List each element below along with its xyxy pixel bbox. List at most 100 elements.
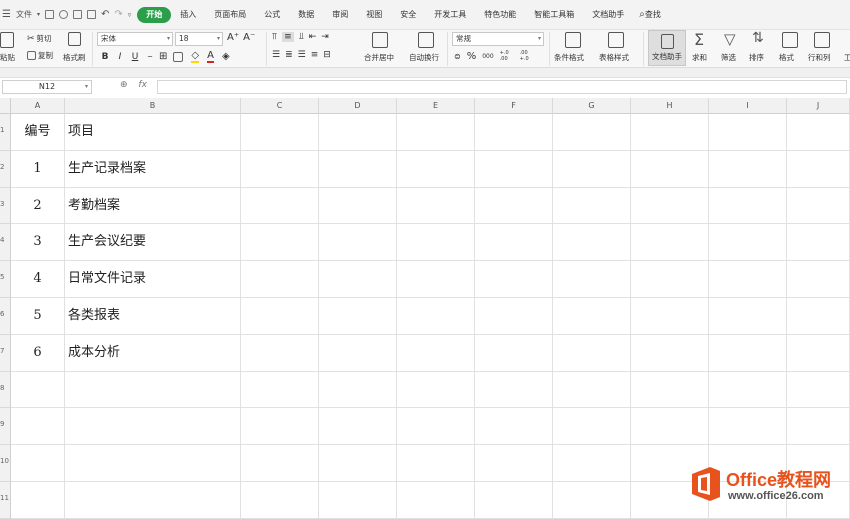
doc-helper-button[interactable]: 文档助手 [648, 30, 686, 66]
cell-b11[interactable] [65, 482, 241, 519]
thousands-button[interactable]: 000 [482, 53, 493, 60]
cell-d3[interactable] [319, 187, 397, 225]
cell-c5[interactable] [241, 261, 319, 298]
format-icon[interactable] [782, 32, 798, 48]
decrease-decimal-button[interactable]: .00 +.0 [520, 50, 534, 62]
border-icon[interactable]: ⊞ [159, 51, 167, 62]
conditional-format-button[interactable]: 条件格式 [554, 52, 584, 63]
cell-d11[interactable] [319, 482, 397, 519]
cell-style-icon[interactable] [173, 51, 184, 62]
cut-button[interactable]: 剪切 [37, 33, 52, 44]
cell-j9[interactable] [787, 408, 850, 446]
name-box[interactable]: N12 ▾ [2, 80, 92, 94]
cell-i4[interactable] [709, 224, 787, 262]
cell-f4[interactable] [475, 224, 553, 262]
fill-color-icon[interactable]: ◇ [191, 50, 200, 63]
print-icon[interactable] [72, 10, 82, 19]
indent-decrease-icon[interactable]: ⇤ [309, 32, 317, 42]
cell-d7[interactable] [319, 334, 397, 372]
row-header[interactable]: 10 [0, 445, 11, 482]
distributed-icon[interactable]: ⊟ [323, 50, 331, 60]
cell-d5[interactable] [319, 261, 397, 298]
tab-2[interactable]: 页面布局 [205, 7, 255, 23]
column-header-d[interactable]: D [319, 98, 397, 114]
cell-d2[interactable] [319, 150, 397, 188]
undo-icon[interactable]: ↶ [101, 9, 109, 20]
zoom-icon[interactable]: ⊕ [120, 80, 128, 90]
cell-i8[interactable] [709, 371, 787, 409]
cell-g3[interactable] [553, 187, 631, 225]
cut-icon[interactable]: ✂ [27, 34, 35, 44]
cell-g9[interactable] [553, 408, 631, 446]
currency-icon[interactable]: ⊜ [454, 52, 461, 61]
cell-b2[interactable]: 生产记录档案 [65, 150, 241, 188]
cell-b6[interactable]: 各类报表 [65, 298, 241, 335]
save-icon[interactable] [44, 10, 54, 19]
cell-e1[interactable] [397, 114, 475, 151]
column-header-j[interactable]: J [787, 98, 850, 114]
tab-10[interactable]: 智能工具箱 [525, 7, 583, 23]
cell-e11[interactable] [397, 482, 475, 519]
number-format-select[interactable]: 常规 ▾ [452, 32, 544, 46]
cell-e7[interactable] [397, 334, 475, 372]
cell-e3[interactable] [397, 187, 475, 225]
bold-button[interactable]: B [99, 51, 111, 63]
justify-icon[interactable]: ≡ [311, 50, 319, 60]
column-header-a[interactable]: A [11, 98, 65, 114]
customize-icon[interactable]: ▿ [128, 11, 132, 19]
conditional-format-icon[interactable] [565, 32, 581, 48]
indent-increase-icon[interactable]: ⇥ [321, 32, 329, 42]
tab-11[interactable]: 文档助手 [583, 7, 633, 23]
cell-g4[interactable] [553, 224, 631, 262]
tab-0[interactable]: 开始 [137, 6, 172, 23]
font-color-icon[interactable]: A [207, 50, 214, 63]
wrap-text-button[interactable]: 自动换行 [409, 52, 439, 63]
table-style-icon[interactable] [608, 32, 624, 48]
cell-e10[interactable] [397, 445, 475, 482]
print-preview-icon[interactable] [86, 10, 96, 19]
cell-c1[interactable] [241, 114, 319, 151]
copy-button[interactable]: 复制 [38, 50, 53, 61]
align-middle-icon[interactable]: ≡ [282, 32, 294, 42]
row-header[interactable]: 8 [0, 371, 11, 409]
column-header-g[interactable]: G [553, 98, 631, 114]
cell-j6[interactable] [787, 298, 850, 335]
cell-b9[interactable] [65, 408, 241, 446]
cell-f2[interactable] [475, 150, 553, 188]
cell-c8[interactable] [241, 371, 319, 409]
cell-d9[interactable] [319, 408, 397, 446]
row-header[interactable]: 11 [0, 482, 11, 519]
underline-button[interactable]: U [129, 51, 141, 63]
format-painter-button[interactable]: 格式刷 [63, 52, 86, 63]
cell-b5[interactable]: 日常文件记录 [65, 261, 241, 298]
align-center-icon[interactable]: ≣ [285, 50, 293, 60]
cell-a8[interactable] [11, 371, 65, 409]
cell-i7[interactable] [709, 334, 787, 372]
cell-h7[interactable] [631, 334, 709, 372]
cell-g5[interactable] [553, 261, 631, 298]
cell-h8[interactable] [631, 371, 709, 409]
cell-c7[interactable] [241, 334, 319, 372]
cell-h9[interactable] [631, 408, 709, 446]
formula-input[interactable] [157, 80, 847, 94]
row-header[interactable]: 1 [0, 114, 11, 151]
sum-icon[interactable]: Σ [694, 30, 704, 49]
eraser-icon[interactable]: ◈ [222, 51, 230, 62]
cell-d1[interactable] [319, 114, 397, 151]
align-top-icon[interactable]: ⫪ [272, 32, 277, 42]
paste-button[interactable]: 粘贴 [0, 52, 15, 63]
row-header[interactable]: 9 [0, 408, 11, 446]
cell-g7[interactable] [553, 334, 631, 372]
chevron-down-icon[interactable]: ▾ [37, 11, 40, 18]
column-header-i[interactable]: I [709, 98, 787, 114]
table-style-button[interactable]: 表格样式 [599, 52, 629, 63]
format-button[interactable]: 格式 [779, 52, 794, 63]
cell-f3[interactable] [475, 187, 553, 225]
cell-i3[interactable] [709, 187, 787, 225]
cell-c11[interactable] [241, 482, 319, 519]
worksheet-button[interactable]: 工 [844, 52, 850, 63]
cell-h1[interactable] [631, 114, 709, 151]
sort-icon[interactable]: ⇅ [752, 30, 764, 46]
tab-5[interactable]: 审阅 [323, 7, 357, 23]
filter-button[interactable]: 筛选 [721, 52, 736, 63]
